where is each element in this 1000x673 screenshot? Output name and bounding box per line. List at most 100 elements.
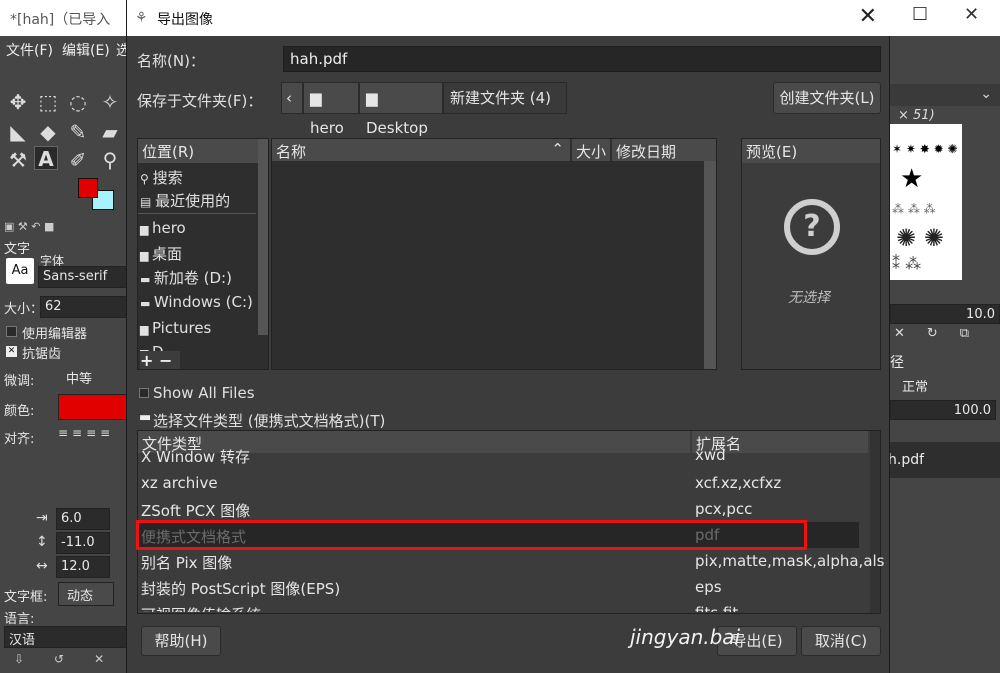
path-back-button[interactable]: ‹ <box>281 82 303 114</box>
place-hero[interactable]: ▆ hero <box>140 219 186 237</box>
menu-edit[interactable]: 编辑(E) <box>62 40 110 60</box>
gimp-window-title: *[hah]（已导入 <box>10 12 111 28</box>
breadcrumb-current-folder[interactable]: 新建文件夹 (4) <box>443 82 567 114</box>
file-type-name: xz archive <box>141 474 218 492</box>
right-dock: ⌄ × 51) ✶ ✷ ✸ ✹ ✺ ★ ⁂ ⁂ ⁂ ✺ ✺ ⁑ ⁂ 10.0 ✕… <box>886 62 1000 673</box>
rect-select-tool-icon[interactable]: ⬚ <box>36 90 60 114</box>
place-desktop[interactable]: ▆ 桌面 <box>140 243 182 264</box>
line-spacing-input[interactable]: -11.0 <box>56 532 110 554</box>
show-all-files-label[interactable]: Show All Files <box>153 384 255 402</box>
color-picker-tool-icon[interactable]: ✐ <box>66 148 90 172</box>
folder-icon: ▆ <box>310 89 322 107</box>
file-type-row[interactable]: 别名 Pix 图像 pix,matte,mask,alpha,als <box>137 548 885 574</box>
files-scrollbar[interactable] <box>704 161 716 369</box>
preview-header[interactable]: 预览(E) <box>742 139 880 163</box>
file-type-name: X Window 转存 <box>141 448 250 466</box>
save-in-label: 保存于文件夹(F)： <box>137 92 263 110</box>
justify-buttons[interactable]: ≡≡≡≡ <box>58 426 128 444</box>
foreground-color-swatch[interactable] <box>78 178 98 198</box>
tool-options-title: 文字 <box>4 242 31 257</box>
text-box-select[interactable]: 动态 <box>58 582 114 606</box>
cancel-button[interactable]: 取消(C) <box>801 626 881 656</box>
layer-row[interactable]: h.pdf <box>886 442 1000 478</box>
paths-tab[interactable]: 径 <box>890 352 904 372</box>
places-add-remove[interactable]: + − <box>140 351 180 370</box>
question-icon: ? <box>784 199 840 255</box>
show-all-files-checkbox[interactable] <box>139 388 149 398</box>
size-input[interactable]: 62 <box>40 296 130 318</box>
tool-options-footer-icons[interactable]: ⇩↺✕ <box>14 652 124 670</box>
close-icon[interactable]: ✕ <box>859 4 877 29</box>
remove-icon[interactable]: − <box>159 351 172 370</box>
place-recent[interactable]: ▤ 最近使用的 <box>140 190 230 211</box>
menu-file[interactable]: 文件(F) <box>6 40 53 60</box>
move-tool-icon[interactable]: ✥ <box>6 90 30 114</box>
indent-input[interactable]: 6.0 <box>56 508 110 530</box>
layer-opacity-input[interactable]: 100.0 <box>890 400 996 420</box>
dock-tab-icons[interactable]: ▣ ⚒ ↶ ■ <box>4 220 70 234</box>
use-editor-checkbox[interactable] <box>6 326 17 337</box>
file-type-row[interactable]: 可视图像传输系统 fits,fit <box>137 600 859 612</box>
brush-selector[interactable]: ⌄ <box>890 84 1000 106</box>
dialog-title: 导出图像 <box>157 12 213 28</box>
gimp-logo-icon: ⚘ <box>135 10 148 26</box>
name-label: 名称(N)： <box>137 52 205 70</box>
language-input[interactable]: 汉语 <box>4 626 130 648</box>
text-box-label: 文字框: <box>4 590 48 605</box>
chevron-left-icon: ‹ <box>286 89 292 107</box>
file-type-row[interactable]: xz archive xcf.xz,xcfxz <box>137 470 859 496</box>
add-icon[interactable]: + <box>140 351 153 370</box>
close-icon[interactable]: ✕ <box>964 4 979 25</box>
toolbox-dock: ✥ ⬚ ◌ ✧ ◣ ◆ ✎ ▰ ⚒ A ✐ ⚲ ▣ ⚒ ↶ ■ 文字 Aa 字体… <box>0 62 130 673</box>
file-type-row[interactable]: X Window 转存 xwd <box>137 446 859 466</box>
place-search[interactable]: ⚲ 搜索 <box>140 167 183 188</box>
preview-empty-text: 无选择 <box>788 290 830 306</box>
place-drive-c[interactable]: ▬ Windows (C:) <box>140 293 253 311</box>
bucket-fill-tool-icon[interactable]: ◆ <box>36 120 60 144</box>
filename-input[interactable]: hah.pdf <box>283 46 881 72</box>
dialog-titlebar: ⚘ 导出图像 ✕ <box>127 0 891 36</box>
layer-mode-select[interactable]: 正常 <box>890 374 954 396</box>
text-tool-icon[interactable]: A <box>34 146 58 171</box>
brush-action-icons[interactable]: ✕↻⧉ <box>894 326 994 342</box>
column-modified-header[interactable]: 修改日期 <box>612 139 716 161</box>
clone-tool-icon[interactable]: ⚒ <box>6 148 30 172</box>
file-type-expander[interactable]: 选择文件类型 (便携式文档格式)(T) <box>153 410 385 431</box>
antialias-checkbox[interactable]: ✕ <box>6 346 17 357</box>
column-size-header[interactable]: 大小 <box>572 139 610 161</box>
place-label: 搜索 <box>152 169 183 187</box>
letter-spacing-input[interactable]: 12.0 <box>56 556 110 578</box>
place-label: 新加卷 (D:) <box>153 269 232 287</box>
expander-collapse-icon[interactable]: ▬ <box>139 410 151 425</box>
file-type-ext: pcx,pcc <box>695 500 753 518</box>
create-folder-button[interactable]: 创建文件夹(L) <box>773 82 881 114</box>
column-name-header[interactable]: 名称 ⌃ <box>272 139 570 161</box>
font-preview-icon[interactable]: Aa <box>6 258 34 284</box>
places-scrollbar[interactable] <box>258 139 268 335</box>
text-color-button[interactable] <box>58 394 130 420</box>
hinting-select[interactable]: 中等 <box>56 366 130 390</box>
help-button[interactable]: 帮助(H) <box>141 626 221 656</box>
fuzzy-select-tool-icon[interactable]: ✧ <box>98 90 122 114</box>
brush-spacing-input[interactable]: 10.0 <box>890 304 1000 324</box>
maximize-icon[interactable]: ☐ <box>912 4 928 25</box>
file-type-row[interactable]: 封装的 PostScript 图像(EPS) eps <box>137 574 859 600</box>
transform-tool-icon[interactable]: ◣ <box>6 120 30 144</box>
breadcrumb-hero[interactable]: ▆ hero <box>303 82 359 137</box>
place-drive-d[interactable]: ▬ 新加卷 (D:) <box>140 267 232 288</box>
breadcrumb-desktop[interactable]: ▆ Desktop <box>359 82 443 137</box>
brush-grid[interactable]: ✶ ✷ ✸ ✹ ✺ ★ ⁂ ⁂ ⁂ ✺ ✺ ⁑ ⁂ <box>886 124 962 280</box>
paintbrush-tool-icon[interactable]: ✎ <box>66 120 90 144</box>
place-label: 桌面 <box>151 245 182 263</box>
place-pictures[interactable]: ▆ Pictures <box>140 319 211 337</box>
eraser-tool-icon[interactable]: ▰ <box>98 120 122 144</box>
lasso-tool-icon[interactable]: ◌ <box>66 90 90 114</box>
zoom-tool-icon[interactable]: ⚲ <box>98 148 122 172</box>
file-type-row[interactable]: ZSoft PCX 图像 pcx,pcc <box>137 496 859 522</box>
file-type-scrollbar[interactable] <box>870 431 880 613</box>
chevron-down-icon: ⌄ <box>980 86 992 102</box>
font-input[interactable]: Sans-serif <box>38 266 130 288</box>
places-header[interactable]: 位置(R) <box>138 139 258 163</box>
breadcrumb-label: hero <box>310 119 344 137</box>
places-panel: 位置(R) ⚲ 搜索 ▤ 最近使用的 ▆ hero ▆ 桌面 ▬ 新加卷 (D:… <box>137 138 269 370</box>
